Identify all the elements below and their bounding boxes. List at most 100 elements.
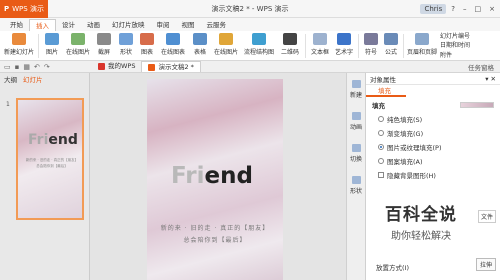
online-picture-icon [71,33,85,45]
hide-background-checkbox[interactable]: 隐藏背景图形(H) [378,170,494,180]
slides-tab[interactable]: 幻灯片 [23,74,43,84]
tab-my-wps[interactable]: 我的WPS [92,61,141,72]
slide-line-2[interactable]: 总会陪你到【最后】 [147,235,283,244]
outline-tab[interactable]: 大纲 [4,74,17,84]
tab-cloud[interactable]: 云服务 [201,19,233,31]
tab-animation[interactable]: 动画 [81,19,106,31]
fill-color-swatch[interactable] [460,102,494,108]
menu-tabs: 开始 插入 设计 动画 幻灯片放映 审阅 视图 云服务 [0,18,500,31]
help-icon[interactable]: ? [448,5,458,13]
title-bar: P WPS 演示 演示文稿2 * - WPS 演示 Chris ? – □ × [0,0,500,18]
tab-insert[interactable]: 插入 [29,19,56,31]
art-text-button[interactable]: 艺术字 [332,31,356,61]
header-footer-button[interactable]: 页眉和页脚 [406,31,438,61]
task-pane-toggle[interactable]: 任务窗格 [468,62,500,72]
gradient-fill-option[interactable]: 渐变填充(G) [378,128,494,138]
pattern-fill-option[interactable]: 图案填充(A) [378,156,494,166]
watermark-subtitle: 助你轻松解决 [391,231,451,242]
slide-panel: 大纲 幻灯片 1 Friend 新的来 · 旧的走 · 真正的【朋友】 总会陪你… [0,73,90,280]
formula-button[interactable]: 公式 [381,31,401,61]
online-picture-button[interactable]: 在线图片 [63,31,93,61]
current-slide[interactable]: Friend 新的来 · 旧的走 · 真正的【朋友】 总会陪你到【最后】 [147,79,283,280]
watermark-title: 百科全说 [385,205,457,225]
date-time-button[interactable]: 日期和时间 [440,40,470,49]
qrcode-button[interactable]: 二维码 [277,31,303,61]
slide-line-1[interactable]: 新的来 · 旧的走 · 真正的【朋友】 [147,223,283,232]
redo-icon[interactable]: ↷ [44,63,50,71]
shapes-button[interactable]: 形状 [115,31,137,61]
table-icon [193,33,207,45]
scissors-icon [97,33,111,45]
object-properties-pane: 对象属性 ▾ ✕ 填充 填充 纯色填充(S) 渐变填充(G) 图片或纹理填充(P… [366,73,500,280]
undo-icon[interactable]: ↶ [34,63,40,71]
tab-view[interactable]: 视图 [176,19,201,31]
new-icon [351,79,361,88]
watermark: 百科全说 助你轻松解决 [366,200,476,242]
side-tab-new[interactable]: 新建 [347,73,365,105]
tab-presentation[interactable]: 演示文稿2 * [141,61,201,72]
side-task-tabs: 新建 动画 切换 形状 [346,73,366,280]
layout-label: 放置方式(I) [376,264,409,272]
animation-icon [351,111,361,120]
side-tab-transition[interactable]: 切换 [347,137,365,169]
slide-thumbnail[interactable]: Friend 新的来 · 旧的走 · 真正的【朋友】 总会陪你到【最后】 [16,98,84,220]
tab-design[interactable]: 设计 [56,19,81,31]
picture-button[interactable]: 图片 [41,31,63,61]
presentation-icon [148,63,156,71]
wps-icon [98,63,105,70]
maximize-button[interactable]: □ [472,5,485,13]
qrcode-icon [283,33,297,45]
table-button[interactable]: 表格 [189,31,211,61]
minimize-button[interactable]: – [460,5,470,13]
close-button[interactable]: × [486,5,498,13]
tab-home[interactable]: 开始 [4,19,29,31]
slide-number: 1 [6,101,10,108]
screenshot-button[interactable]: 截屏 [93,31,115,61]
shapes-icon [119,33,133,45]
save-icon[interactable]: ▪ [15,63,20,71]
new-slide-button[interactable]: 新建幻灯片 [2,31,36,61]
transition-icon [351,143,361,152]
file-button[interactable]: 文件 [477,210,496,223]
thumbnail-line-1: 新的来 · 旧的走 · 真正的【朋友】 [25,158,79,162]
pi-icon [384,33,398,45]
solid-fill-option[interactable]: 纯色填充(S) [378,114,494,124]
shape-icon [351,175,361,184]
art-text-icon [337,33,351,45]
tab-slideshow[interactable]: 幻灯片放映 [106,19,151,31]
open-folder-icon[interactable]: ▭ [4,63,11,71]
online-image-icon [219,33,233,45]
attachment-button[interactable]: 附件 [440,50,470,59]
slide-canvas: Friend 新的来 · 旧的走 · 真正的【朋友】 总会陪你到【最后】 [90,73,346,280]
header-footer-icon [415,33,429,45]
omega-icon [364,33,378,45]
thumbnail-line-2: 总会陪你到【最后】 [36,164,68,168]
picture-icon [45,33,59,45]
thumbnail-title: Friend [28,132,78,148]
ribbon-toolbar: 新建幻灯片 图片 在线图片 截屏 形状 图表 在线图表 表格 在线图片 流程结构… [0,31,500,61]
online-image-button[interactable]: 在线图片 [211,31,241,61]
online-chart-icon [166,33,180,45]
slide-number-button[interactable]: 幻灯片编号 [440,31,470,40]
fill-tab[interactable]: 填充 [366,85,406,97]
chart-icon [140,33,154,45]
online-chart-button[interactable]: 在线图表 [157,31,189,61]
pane-controls[interactable]: ▾ ✕ [485,75,496,83]
mind-map-button[interactable]: 流程结构图 [241,31,277,61]
textbox-icon [313,33,327,45]
side-tab-shape[interactable]: 形状 [347,169,365,201]
chart-button[interactable]: 图表 [137,31,157,61]
new-slide-icon [12,33,26,45]
tab-review[interactable]: 审阅 [151,19,176,31]
slide-title[interactable]: Friend [171,163,253,189]
fill-section-header[interactable]: 填充 [372,100,385,110]
picture-fill-option[interactable]: 图片或纹理填充(P) [378,142,494,152]
print-icon[interactable]: ▦ [23,63,30,71]
mind-map-icon [252,33,266,45]
side-tab-animation[interactable]: 动画 [347,105,365,137]
stretch-button[interactable]: 拉伸 [475,258,496,271]
properties-header: 对象属性 [370,75,396,84]
textbox-button[interactable]: 文本框 [308,31,332,61]
user-account-button[interactable]: Chris [420,4,447,14]
symbol-button[interactable]: 符号 [361,31,381,61]
